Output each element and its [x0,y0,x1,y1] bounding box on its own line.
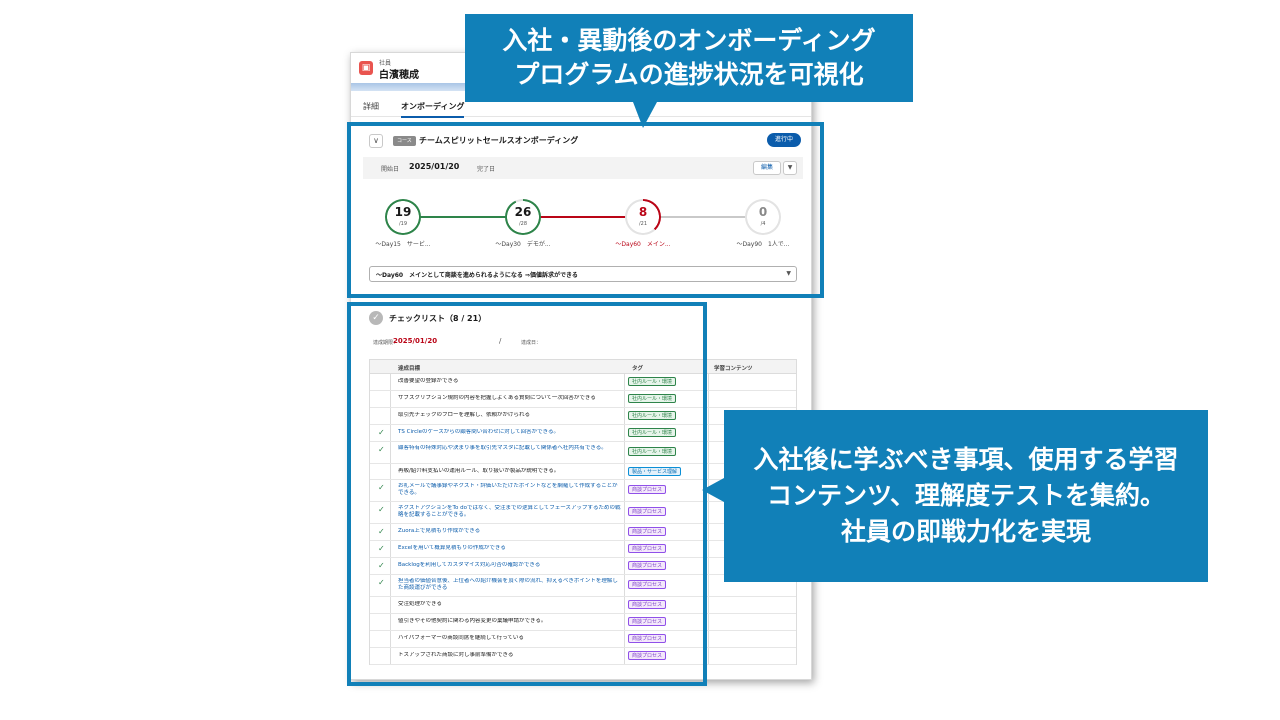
record-name: 白濱穂成 [379,70,419,81]
callout-line: 入社・異動後のオンボーディング [502,26,876,55]
callout-line: 入社後に学ぶべき事項、使用する学習 [753,445,1179,474]
callout-line: コンテンツ、理解度テストを集約。 [766,481,1165,510]
callout-line: プログラムの進捗状況を可視化 [514,60,864,89]
callout-pointer [633,102,657,128]
callout-progress: 入社・異動後のオンボーディング プログラムの進捗状況を可視化 [465,14,913,128]
column-header-content[interactable]: 学習コンテンツ [714,364,753,372]
callout-checklist: 入社後に学ぶべき事項、使用する学習 コンテンツ、理解度テストを集約。 社員の即戦… [702,410,1208,582]
callout-pointer [702,478,724,502]
tab-onboarding[interactable]: オンボーディング [401,101,465,118]
highlight-frame-progress [347,122,824,298]
highlight-frame-checklist [347,302,707,686]
callout-line: 社員の即戦力化を実現 [840,517,1091,546]
tab-detail[interactable]: 詳細 [363,101,379,112]
employee-icon: ▣ [359,61,373,75]
